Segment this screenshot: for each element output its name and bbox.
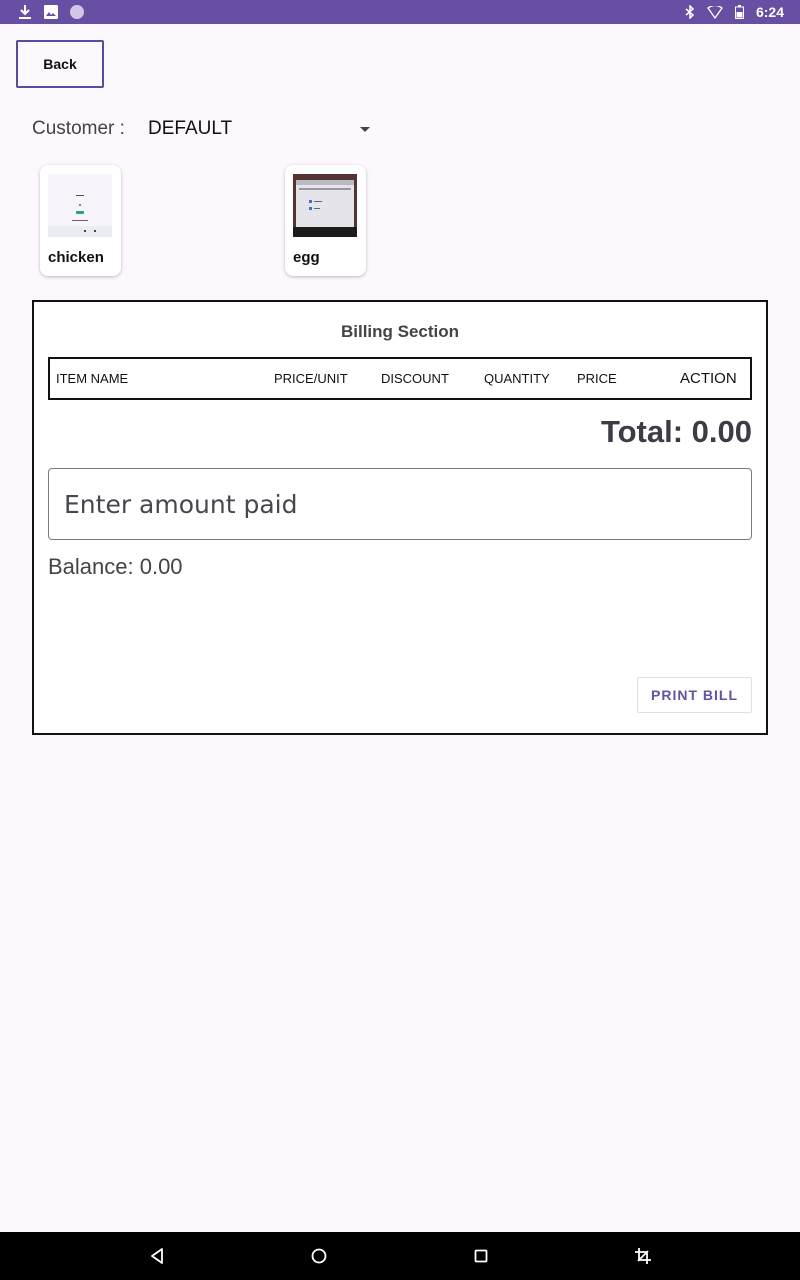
total-amount: Total: 0.00 (600, 414, 752, 449)
circle-notification-icon (70, 5, 84, 19)
dropdown-arrow-icon (360, 126, 370, 132)
status-time: 6:24 (755, 4, 784, 20)
product-card-egg[interactable]: egg (285, 165, 366, 276)
column-header-action: ACTION (680, 370, 737, 387)
wifi-icon (707, 5, 723, 19)
status-left-icons (18, 4, 84, 20)
back-triangle-icon[interactable] (145, 1244, 169, 1268)
back-button[interactable]: Back (16, 40, 104, 88)
billing-title: Billing Section (340, 322, 460, 341)
product-name: chicken (48, 249, 104, 266)
billing-table-header: ITEM NAME PRICE/UNIT DISCOUNT QUANTITY P… (48, 357, 752, 400)
customer-selected-value: DEFAULT (148, 118, 233, 139)
column-header-quantity: QUANTITY (484, 371, 550, 386)
product-thumbnail (48, 174, 112, 237)
download-icon (18, 4, 32, 20)
product-name: egg (293, 249, 320, 266)
print-bill-button[interactable]: PRINT BILL (637, 677, 752, 713)
image-icon (44, 5, 58, 19)
column-header-item-name: ITEM NAME (56, 371, 129, 386)
screenshot-crop-icon[interactable] (631, 1244, 655, 1268)
product-thumbnail (293, 174, 357, 237)
home-circle-icon[interactable] (307, 1244, 331, 1268)
balance-text: Balance: 0.00 (48, 554, 183, 579)
customer-dropdown[interactable]: DEFAULT (148, 112, 376, 146)
status-bar: 6:24 (0, 0, 800, 24)
bluetooth-icon (685, 5, 695, 19)
amount-paid-input[interactable] (48, 468, 752, 540)
column-header-price: PRICE (577, 371, 617, 386)
battery-icon (734, 5, 744, 19)
status-right-icons: 6:24 (685, 4, 784, 20)
customer-label: Customer : (32, 118, 125, 139)
column-header-price-unit: PRICE/UNIT (274, 371, 348, 386)
navigation-bar (0, 1232, 800, 1280)
billing-section: Billing Section ITEM NAME PRICE/UNIT DIS… (32, 300, 768, 735)
recents-square-icon[interactable] (469, 1244, 493, 1268)
product-card-chicken[interactable]: chicken (40, 165, 121, 276)
column-header-discount: DISCOUNT (381, 371, 449, 386)
